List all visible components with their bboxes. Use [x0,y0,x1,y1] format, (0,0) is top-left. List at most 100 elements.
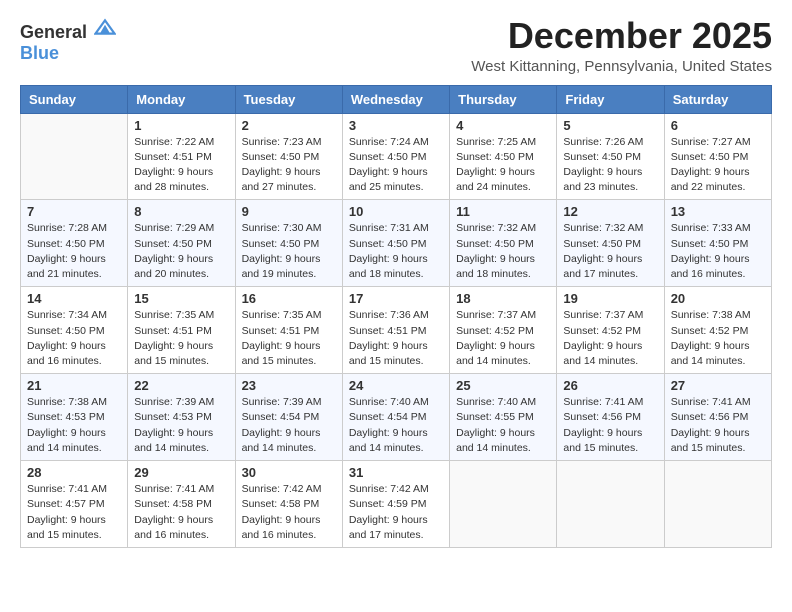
sunset-text: Sunset: 4:56 PM [563,411,641,423]
calendar-cell [557,461,664,548]
daylight-text: Daylight: 9 hours and 15 minutes. [242,340,321,367]
calendar-cell: 13 Sunrise: 7:33 AM Sunset: 4:50 PM Dayl… [664,200,771,287]
calendar-cell: 30 Sunrise: 7:42 AM Sunset: 4:58 PM Dayl… [235,461,342,548]
sunset-text: Sunset: 4:50 PM [349,151,427,163]
sunrise-text: Sunrise: 7:41 AM [671,396,751,408]
calendar-cell [664,461,771,548]
day-number: 21 [27,378,121,393]
day-number: 20 [671,291,765,306]
sunrise-text: Sunrise: 7:22 AM [134,136,214,148]
calendar-cell: 23 Sunrise: 7:39 AM Sunset: 4:54 PM Dayl… [235,374,342,461]
daylight-text: Daylight: 9 hours and 24 minutes. [456,166,535,193]
sunrise-text: Sunrise: 7:40 AM [456,396,536,408]
day-number: 31 [349,465,443,480]
sunset-text: Sunset: 4:52 PM [456,325,534,337]
sunset-text: Sunset: 4:50 PM [456,238,534,250]
calendar-cell: 4 Sunrise: 7:25 AM Sunset: 4:50 PM Dayli… [450,113,557,200]
sunrise-text: Sunrise: 7:24 AM [349,136,429,148]
sunset-text: Sunset: 4:52 PM [563,325,641,337]
day-info: Sunrise: 7:33 AM Sunset: 4:50 PM Dayligh… [671,221,765,282]
calendar-cell: 1 Sunrise: 7:22 AM Sunset: 4:51 PM Dayli… [128,113,235,200]
daylight-text: Daylight: 9 hours and 17 minutes. [563,253,642,280]
calendar-cell [450,461,557,548]
sunrise-text: Sunrise: 7:27 AM [671,136,751,148]
day-info: Sunrise: 7:38 AM Sunset: 4:52 PM Dayligh… [671,308,765,369]
calendar-cell: 24 Sunrise: 7:40 AM Sunset: 4:54 PM Dayl… [342,374,449,461]
logo-text: General Blue [20,16,116,64]
sunset-text: Sunset: 4:50 PM [27,238,105,250]
daylight-text: Daylight: 9 hours and 15 minutes. [134,340,213,367]
calendar-cell: 16 Sunrise: 7:35 AM Sunset: 4:51 PM Dayl… [235,287,342,374]
weekday-header-wednesday: Wednesday [342,85,449,113]
sunset-text: Sunset: 4:50 PM [242,151,320,163]
day-number: 26 [563,378,657,393]
sunrise-text: Sunrise: 7:30 AM [242,222,322,234]
day-info: Sunrise: 7:24 AM Sunset: 4:50 PM Dayligh… [349,135,443,196]
calendar-cell: 15 Sunrise: 7:35 AM Sunset: 4:51 PM Dayl… [128,287,235,374]
daylight-text: Daylight: 9 hours and 14 minutes. [456,427,535,454]
day-info: Sunrise: 7:41 AM Sunset: 4:56 PM Dayligh… [563,395,657,456]
day-number: 9 [242,204,336,219]
day-info: Sunrise: 7:28 AM Sunset: 4:50 PM Dayligh… [27,221,121,282]
calendar-cell: 22 Sunrise: 7:39 AM Sunset: 4:53 PM Dayl… [128,374,235,461]
sunset-text: Sunset: 4:54 PM [349,411,427,423]
sunset-text: Sunset: 4:50 PM [242,238,320,250]
sunrise-text: Sunrise: 7:41 AM [27,483,107,495]
sunrise-text: Sunrise: 7:38 AM [27,396,107,408]
calendar-cell: 6 Sunrise: 7:27 AM Sunset: 4:50 PM Dayli… [664,113,771,200]
daylight-text: Daylight: 9 hours and 22 minutes. [671,166,750,193]
sunset-text: Sunset: 4:52 PM [671,325,749,337]
calendar-cell: 8 Sunrise: 7:29 AM Sunset: 4:50 PM Dayli… [128,200,235,287]
calendar-cell: 3 Sunrise: 7:24 AM Sunset: 4:50 PM Dayli… [342,113,449,200]
sunset-text: Sunset: 4:59 PM [349,498,427,510]
weekday-header-saturday: Saturday [664,85,771,113]
daylight-text: Daylight: 9 hours and 14 minutes. [671,340,750,367]
calendar-cell: 10 Sunrise: 7:31 AM Sunset: 4:50 PM Dayl… [342,200,449,287]
sunset-text: Sunset: 4:50 PM [563,151,641,163]
sunrise-text: Sunrise: 7:41 AM [134,483,214,495]
sunrise-text: Sunrise: 7:39 AM [242,396,322,408]
month-title: December 2025 [471,16,772,56]
sunrise-text: Sunrise: 7:41 AM [563,396,643,408]
day-number: 13 [671,204,765,219]
location-title: West Kittanning, Pennsylvania, United St… [471,58,772,75]
sunrise-text: Sunrise: 7:42 AM [349,483,429,495]
sunset-text: Sunset: 4:50 PM [134,238,212,250]
day-info: Sunrise: 7:39 AM Sunset: 4:53 PM Dayligh… [134,395,228,456]
day-number: 23 [242,378,336,393]
daylight-text: Daylight: 9 hours and 14 minutes. [242,427,321,454]
weekday-header-friday: Friday [557,85,664,113]
day-info: Sunrise: 7:40 AM Sunset: 4:54 PM Dayligh… [349,395,443,456]
daylight-text: Daylight: 9 hours and 21 minutes. [27,253,106,280]
day-info: Sunrise: 7:35 AM Sunset: 4:51 PM Dayligh… [134,308,228,369]
sunset-text: Sunset: 4:55 PM [456,411,534,423]
calendar-cell: 19 Sunrise: 7:37 AM Sunset: 4:52 PM Dayl… [557,287,664,374]
sunset-text: Sunset: 4:53 PM [134,411,212,423]
day-number: 25 [456,378,550,393]
daylight-text: Daylight: 9 hours and 15 minutes. [563,427,642,454]
day-number: 22 [134,378,228,393]
day-number: 15 [134,291,228,306]
sunset-text: Sunset: 4:58 PM [242,498,320,510]
day-info: Sunrise: 7:35 AM Sunset: 4:51 PM Dayligh… [242,308,336,369]
day-info: Sunrise: 7:32 AM Sunset: 4:50 PM Dayligh… [563,221,657,282]
day-number: 17 [349,291,443,306]
sunset-text: Sunset: 4:50 PM [456,151,534,163]
sunrise-text: Sunrise: 7:34 AM [27,309,107,321]
day-info: Sunrise: 7:29 AM Sunset: 4:50 PM Dayligh… [134,221,228,282]
daylight-text: Daylight: 9 hours and 19 minutes. [242,253,321,280]
sunset-text: Sunset: 4:58 PM [134,498,212,510]
day-number: 24 [349,378,443,393]
day-number: 12 [563,204,657,219]
daylight-text: Daylight: 9 hours and 20 minutes. [134,253,213,280]
day-info: Sunrise: 7:37 AM Sunset: 4:52 PM Dayligh… [563,308,657,369]
weekday-header-sunday: Sunday [21,85,128,113]
day-number: 1 [134,118,228,133]
day-info: Sunrise: 7:27 AM Sunset: 4:50 PM Dayligh… [671,135,765,196]
sunset-text: Sunset: 4:50 PM [671,151,749,163]
sunset-text: Sunset: 4:50 PM [671,238,749,250]
daylight-text: Daylight: 9 hours and 14 minutes. [456,340,535,367]
day-info: Sunrise: 7:40 AM Sunset: 4:55 PM Dayligh… [456,395,550,456]
calendar-cell: 26 Sunrise: 7:41 AM Sunset: 4:56 PM Dayl… [557,374,664,461]
daylight-text: Daylight: 9 hours and 15 minutes. [671,427,750,454]
